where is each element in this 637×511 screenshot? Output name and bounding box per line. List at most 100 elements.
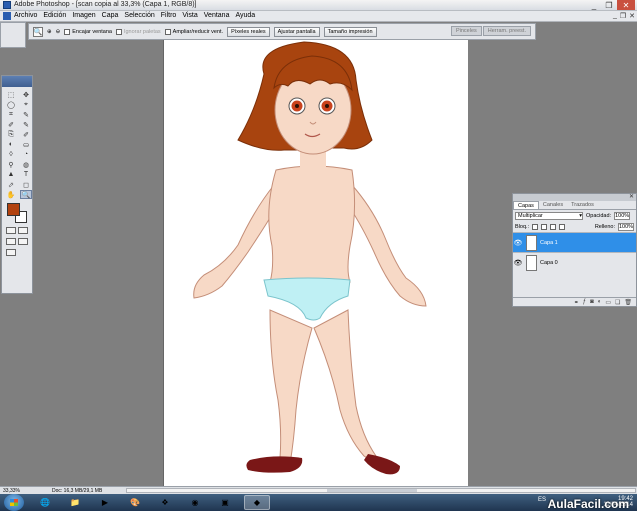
pixeles-reales-button[interactable]: Píxeles reales: [227, 26, 270, 37]
quick-mask-row: [2, 225, 32, 236]
zoom-tool-icon[interactable]: 🔍: [33, 26, 43, 37]
healing-tool-icon[interactable]: ✐: [5, 120, 17, 129]
blur-tool-icon[interactable]: ◊: [5, 150, 17, 159]
tab-pinceles[interactable]: Pinceles: [450, 26, 482, 36]
trash-icon[interactable]: 🗑: [624, 299, 632, 306]
layer-row-capa-0[interactable]: 👁 Capa 0: [513, 252, 636, 272]
stamp-tool-icon[interactable]: ⎘: [5, 130, 17, 139]
paint-bucket-tool-icon[interactable]: ⛀: [20, 140, 32, 149]
eye-icon[interactable]: 👁: [513, 239, 523, 247]
checkbox-box[interactable]: [115, 28, 122, 35]
history-brush-tool-icon[interactable]: ✐: [20, 130, 32, 139]
mask-icon[interactable]: ◙: [590, 299, 594, 305]
standard-mode-icon[interactable]: [6, 227, 16, 234]
menu-archivo[interactable]: Archivo: [14, 12, 37, 19]
panel-titlebar[interactable]: ✕: [513, 194, 636, 201]
close-button[interactable]: ✕: [617, 0, 635, 10]
menu-ventana[interactable]: Ventana: [204, 12, 230, 19]
screen-mode-standard-icon[interactable]: [6, 238, 16, 245]
lock-all-icon[interactable]: [559, 223, 566, 230]
tab-capas[interactable]: Capas: [513, 201, 539, 209]
chrome-icon[interactable]: ◉: [182, 495, 208, 510]
adjustment-layer-icon[interactable]: ◐: [598, 299, 602, 305]
tamano-impresion-button[interactable]: Tamaño impresión: [323, 26, 377, 37]
encajar-checkbox[interactable]: Encajar ventana: [64, 28, 112, 35]
horizontal-scrollbar[interactable]: [126, 488, 636, 493]
layer-style-icon[interactable]: ƒ: [583, 299, 586, 305]
menu-filtro[interactable]: Filtro: [161, 12, 177, 19]
direct-select-tool-icon[interactable]: ▲: [5, 170, 17, 179]
magic-wand-tool-icon[interactable]: ⌖: [20, 100, 32, 109]
menu-edicion[interactable]: Edición: [43, 12, 66, 19]
screen-mode-full-icon[interactable]: [18, 238, 28, 245]
crop-tool-icon[interactable]: ⌗: [5, 110, 17, 119]
menu-capa[interactable]: Capa: [102, 12, 119, 19]
start-button[interactable]: [4, 494, 24, 511]
doc-restore-button[interactable]: ❐: [620, 12, 626, 20]
panel-stub: [0, 22, 26, 48]
tab-canales[interactable]: Canales: [539, 201, 567, 209]
lasso-tool-icon[interactable]: ◯: [5, 100, 17, 109]
blend-mode-select[interactable]: Multiplicar ▾: [515, 211, 583, 220]
new-layer-icon[interactable]: ❏: [615, 299, 620, 306]
type-tool-icon[interactable]: T: [20, 170, 32, 179]
app-icon[interactable]: ❖: [152, 495, 178, 510]
chevron-down-icon: ▾: [579, 212, 582, 219]
menu-vista[interactable]: Vista: [182, 12, 197, 19]
lock-position-icon[interactable]: [550, 223, 557, 230]
zoom-in-icon[interactable]: ⊕: [47, 29, 52, 35]
scrollbar-thumb[interactable]: [327, 489, 417, 492]
tab-herramientas-preestablecidas[interactable]: Herram. preest.: [482, 26, 531, 36]
shape-tool-icon[interactable]: ◻: [20, 180, 32, 189]
doc-close-button[interactable]: ✕: [629, 12, 635, 20]
ajustar-pantalla-button[interactable]: Ajustar pantalla: [273, 26, 320, 37]
foreground-color-swatch[interactable]: [7, 203, 20, 216]
menu-seleccion[interactable]: Selección: [124, 12, 154, 19]
photoshop-taskbar-icon[interactable]: ◆: [244, 495, 270, 510]
hand-tool-icon[interactable]: ✋: [5, 190, 17, 199]
quick-mask-icon[interactable]: [18, 227, 28, 234]
maximize-button[interactable]: ❐: [602, 0, 616, 10]
move-tool-icon[interactable]: ✥: [20, 90, 32, 99]
eye-icon[interactable]: 👁: [513, 259, 523, 267]
doc-minimize-button[interactable]: _: [613, 12, 617, 20]
brush-tool-icon[interactable]: ✎: [20, 120, 32, 129]
document-canvas[interactable]: [163, 40, 468, 486]
opacity-input[interactable]: 100%: [614, 211, 631, 220]
paint-icon[interactable]: 🎨: [122, 495, 148, 510]
slice-tool-icon[interactable]: ✎: [20, 110, 32, 119]
lock-pixels-icon[interactable]: [541, 223, 548, 230]
zoom-out-icon[interactable]: ⊖: [56, 29, 61, 35]
menu-imagen[interactable]: Imagen: [72, 12, 95, 19]
imageready-jump-icon[interactable]: [6, 249, 16, 256]
blend-mode-value: Multiplicar: [518, 212, 543, 219]
path-select-tool-icon[interactable]: ⚲: [5, 160, 17, 169]
dodge-tool-icon[interactable]: ◔: [20, 150, 32, 159]
lock-transparency-icon[interactable]: [532, 223, 539, 230]
marquee-tool-icon[interactable]: ⬚: [5, 90, 17, 99]
toolbox-header[interactable]: [2, 76, 32, 87]
minimize-button[interactable]: _: [587, 0, 601, 10]
doc-icon[interactable]: [3, 12, 11, 20]
ie-icon[interactable]: 🌐: [32, 495, 58, 510]
link-layers-icon[interactable]: ⚭: [574, 299, 579, 306]
explorer-icon[interactable]: 📁: [62, 495, 88, 510]
media-icon[interactable]: ▶: [92, 495, 118, 510]
checkbox-box[interactable]: [64, 28, 71, 35]
ignorar-checkbox[interactable]: Ignorar paletas: [115, 28, 161, 35]
fill-input[interactable]: 100%: [618, 222, 634, 231]
panel-close-icon[interactable]: ✕: [629, 193, 634, 200]
tab-trazados[interactable]: Trazados: [567, 201, 598, 209]
pen-tool-icon[interactable]: ◍: [20, 160, 32, 169]
new-group-icon[interactable]: ▭: [605, 299, 611, 306]
notes-tool-icon[interactable]: ⬀: [5, 180, 17, 189]
ampliar-checkbox[interactable]: Ampliar/reducir vent.: [164, 28, 223, 35]
checkbox-box[interactable]: [164, 28, 171, 35]
zoom-tool-icon[interactable]: 🔍: [20, 190, 32, 199]
eraser-tool-icon[interactable]: ◐: [5, 140, 17, 149]
photoshop-icon: [3, 1, 11, 9]
language-indicator[interactable]: ES: [538, 497, 546, 503]
layer-row-capa-1[interactable]: 👁 Capa 1: [513, 232, 636, 252]
screenshot-icon[interactable]: ▣: [212, 495, 238, 510]
menu-ayuda[interactable]: Ayuda: [235, 12, 255, 19]
